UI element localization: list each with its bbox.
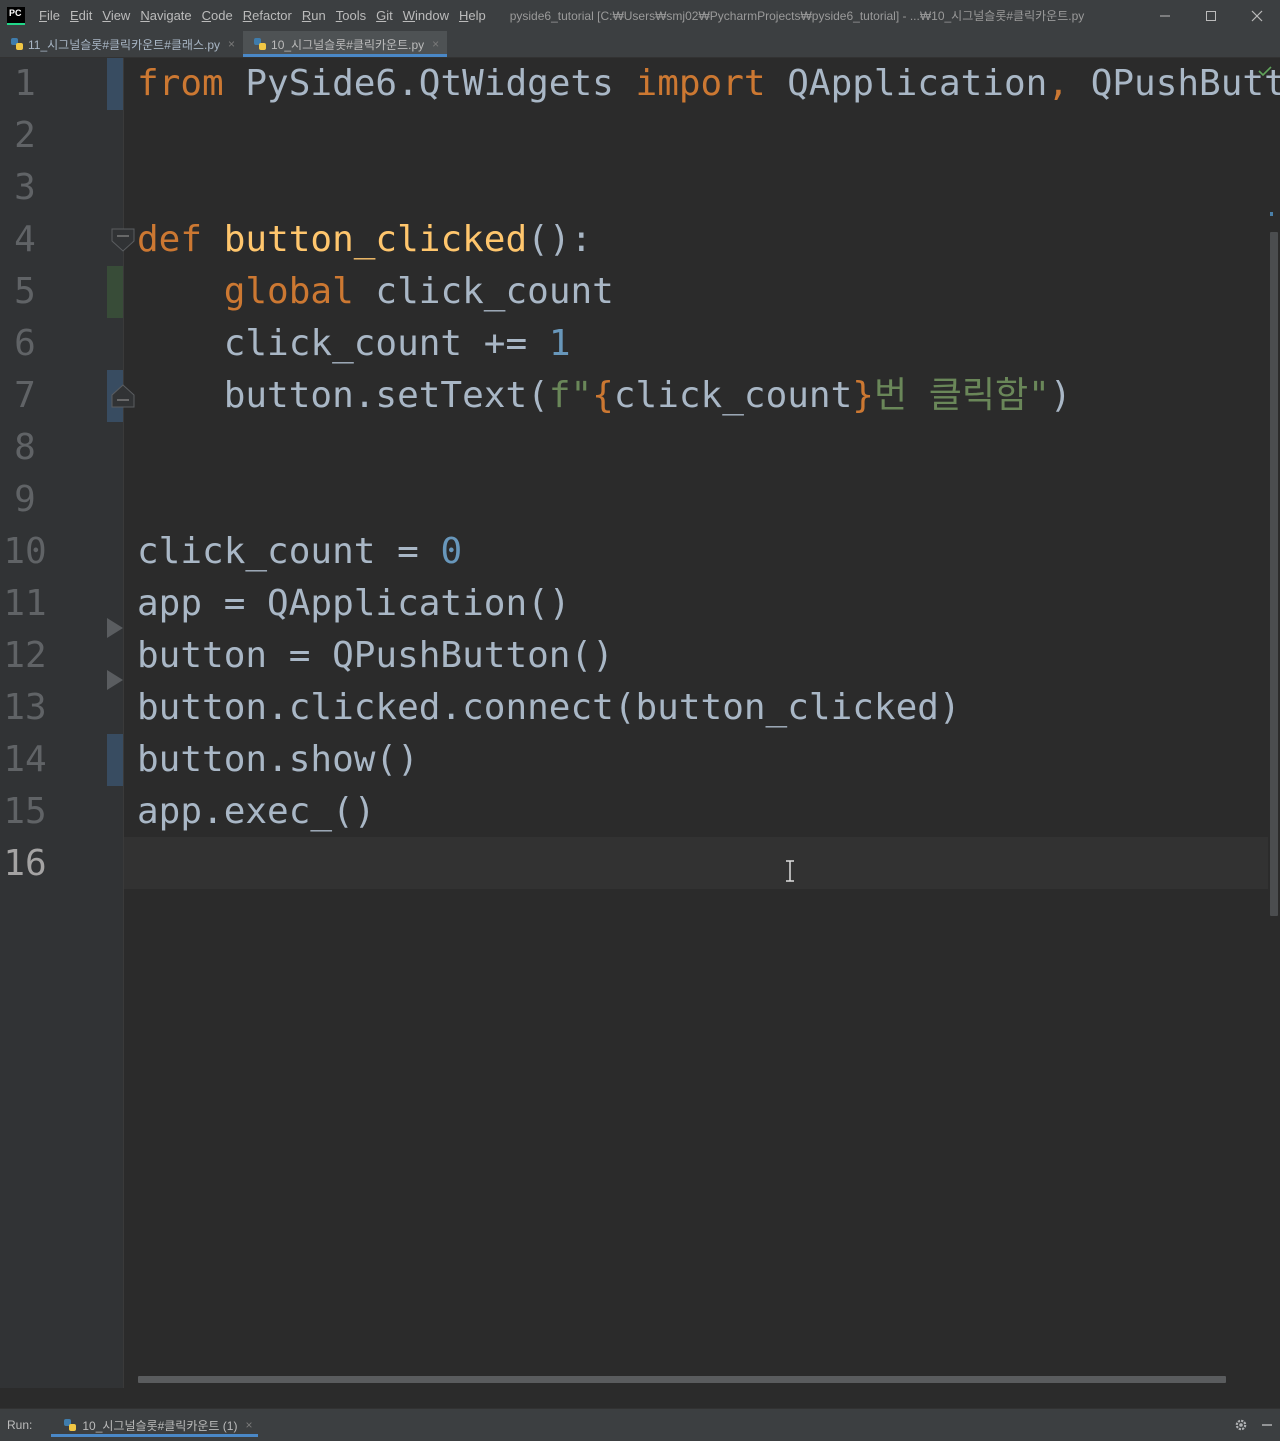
- line-number: 14: [3, 739, 47, 780]
- tab-file-10[interactable]: 10_시그널슬롯#클릭카운트.py ×: [243, 31, 448, 57]
- code-line-15[interactable]: app.exec_(): [137, 786, 375, 838]
- title-bar: PC File Edit View Navigate Code Refactor…: [0, 0, 1280, 31]
- tab-file-11[interactable]: 11_시그널슬롯#클릭카운트#클래스.py ×: [0, 31, 243, 57]
- line-number: 1: [14, 63, 36, 104]
- maximize-icon: [1206, 10, 1216, 21]
- vcs-modified-marker[interactable]: [107, 58, 123, 110]
- tab-close-icon[interactable]: ×: [228, 37, 235, 51]
- minimize-panel-icon: [1262, 1424, 1272, 1426]
- text-cursor-icon: [786, 860, 794, 882]
- line-number: 4: [14, 219, 36, 260]
- horizontal-scrollbar[interactable]: [138, 1376, 1226, 1383]
- editor-tab-bar: 11_시그널슬롯#클릭카운트#클래스.py × 10_시그널슬롯#클릭카운트.p…: [0, 31, 1280, 58]
- menu-bar: File Edit View Navigate Code Refactor Ru…: [34, 0, 491, 31]
- window-controls: [1142, 0, 1280, 31]
- line-number: 15: [3, 791, 47, 832]
- vcs-modified-marker[interactable]: [107, 734, 123, 786]
- menu-file[interactable]: File: [34, 0, 65, 31]
- python-file-icon: [11, 38, 23, 50]
- current-line-highlight: [124, 837, 1268, 889]
- line-number: 2: [14, 115, 36, 156]
- line-number: 5: [14, 271, 36, 312]
- code-line-14[interactable]: button.show(): [137, 734, 419, 786]
- menu-refactor[interactable]: Refactor: [238, 0, 297, 31]
- code-line-10[interactable]: click_count = 0: [137, 526, 462, 578]
- close-icon: [1251, 10, 1263, 21]
- fold-end-icon[interactable]: [111, 384, 135, 408]
- tab-label: 10_시그널슬롯#클릭카운트.py: [271, 37, 425, 52]
- run-bar-actions: [1228, 1409, 1280, 1441]
- run-gutter-icon[interactable]: [105, 669, 125, 691]
- line-number: 8: [14, 427, 36, 468]
- window-title: pyside6_tutorial [C:₩Users₩smj02₩Pycharm…: [509, 9, 1085, 23]
- line-number: 11: [3, 583, 47, 624]
- minimize-icon: [1160, 15, 1170, 16]
- menu-edit[interactable]: Edit: [65, 0, 97, 31]
- line-number: 13: [3, 687, 47, 728]
- line-number: 10: [3, 531, 47, 572]
- menu-help[interactable]: Help: [454, 0, 491, 31]
- run-tab-label: 10_시그널슬롯#클릭카운트 (1): [82, 1418, 238, 1433]
- run-gutter-icon[interactable]: [105, 617, 125, 639]
- code-line-4[interactable]: def button_clicked():: [137, 214, 592, 266]
- code-editor[interactable]: 1 2 3 4 5 6 7 8 9 10 11 12 13 14 15 16 f…: [0, 58, 1280, 1388]
- python-run-icon: [64, 1419, 77, 1431]
- line-number: 7: [14, 375, 36, 416]
- pycharm-logo-icon: PC: [7, 6, 25, 25]
- code-line-13[interactable]: button.clicked.connect(button_clicked): [137, 682, 961, 734]
- settings-button[interactable]: [1228, 1409, 1254, 1441]
- line-number-current: 16: [3, 843, 47, 884]
- maximize-button[interactable]: [1188, 0, 1234, 31]
- menu-view[interactable]: View: [97, 0, 135, 31]
- python-file-icon: [254, 38, 267, 50]
- gear-icon: [1235, 1419, 1247, 1431]
- inspection-ok-check-icon[interactable]: [1258, 66, 1272, 76]
- tab-label: 11_시그널슬롯#클릭카운트#클래스.py: [28, 37, 221, 52]
- close-window-button[interactable]: [1234, 0, 1280, 31]
- line-number: 3: [14, 167, 36, 208]
- error-stripe-mark[interactable]: [1270, 212, 1273, 216]
- menu-window[interactable]: Window: [398, 0, 454, 31]
- line-number: 9: [14, 479, 36, 520]
- minimize-button[interactable]: [1142, 0, 1188, 31]
- run-label: Run:: [7, 1418, 33, 1432]
- code-line-12[interactable]: button = QPushButton(): [137, 630, 614, 682]
- run-tab[interactable]: 10_시그널슬롯#클릭카운트 (1) ×: [51, 1409, 259, 1441]
- menu-run[interactable]: Run: [297, 0, 331, 31]
- vcs-added-marker[interactable]: [107, 266, 123, 318]
- run-tool-window-bar: Run: 10_시그널슬롯#클릭카운트 (1) ×: [0, 1408, 1280, 1441]
- run-tab-close-icon[interactable]: ×: [245, 1418, 252, 1432]
- menu-navigate[interactable]: Navigate: [135, 0, 196, 31]
- code-line-1[interactable]: from PySide6.QtWidgets import QApplicati…: [137, 58, 1280, 110]
- fold-collapse-icon[interactable]: [111, 228, 135, 252]
- line-number: 12: [3, 635, 47, 676]
- line-number: 6: [14, 323, 36, 364]
- code-line-7[interactable]: button.setText(f"{click_count}번 클릭함"): [137, 370, 1072, 422]
- menu-git[interactable]: Git: [371, 0, 398, 31]
- code-line-6[interactable]: click_count += 1: [137, 318, 571, 370]
- menu-tools[interactable]: Tools: [331, 0, 371, 31]
- vertical-scrollbar[interactable]: [1270, 232, 1278, 916]
- hide-panel-button[interactable]: [1254, 1409, 1280, 1441]
- code-line-11[interactable]: app = QApplication(): [137, 578, 570, 630]
- menu-code[interactable]: Code: [197, 0, 238, 31]
- tab-close-icon[interactable]: ×: [432, 37, 439, 51]
- code-line-5[interactable]: global click_count: [137, 266, 614, 318]
